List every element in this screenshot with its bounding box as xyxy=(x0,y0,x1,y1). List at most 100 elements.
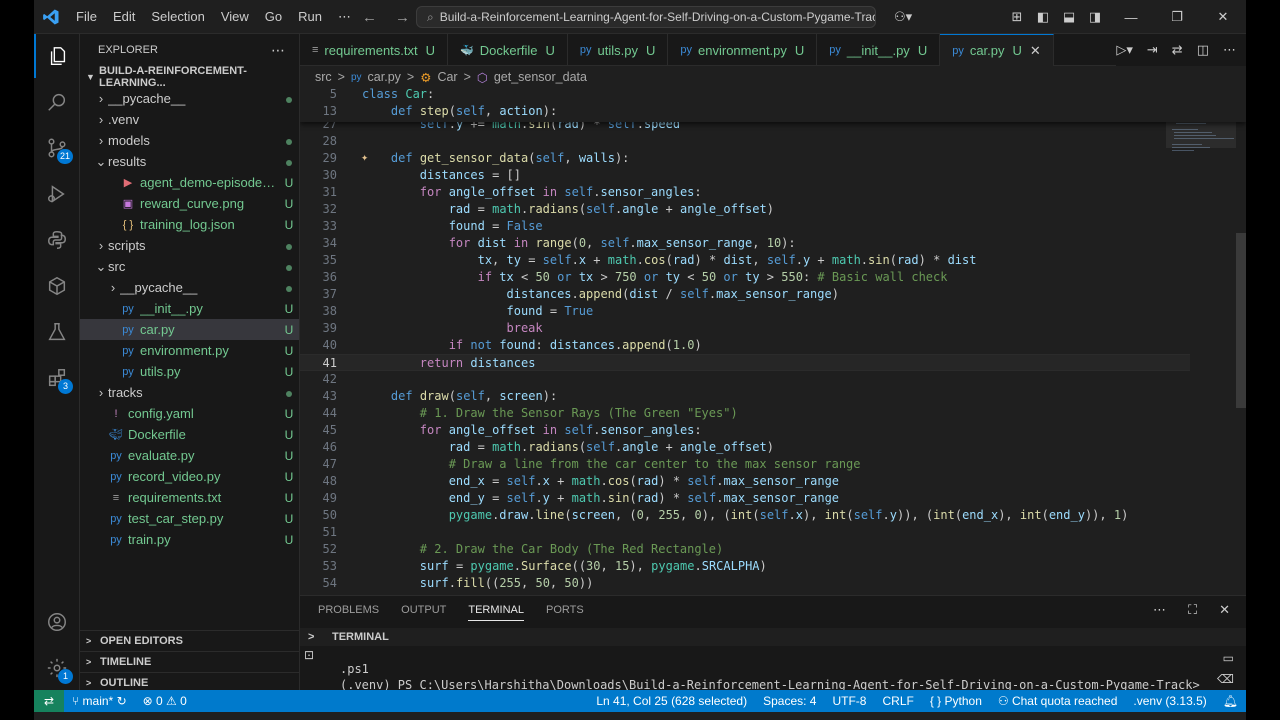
code-line[interactable]: 45 for angle_offset in self.sensor_angle… xyxy=(300,422,1190,439)
code-line[interactable]: 51 xyxy=(300,524,1190,541)
folder-item[interactable]: ⌄ src xyxy=(80,256,299,277)
remote-explorer-icon[interactable] xyxy=(34,264,80,308)
breadcrumb-class[interactable]: Car xyxy=(437,70,457,84)
code-line[interactable]: 53 surf = pygame.Surface((30, 15), pygam… xyxy=(300,558,1190,575)
testing-flask-icon[interactable] xyxy=(34,310,80,354)
back-arrow-icon[interactable]: ← xyxy=(362,9,377,26)
explorer-icon[interactable] xyxy=(34,34,80,78)
code-line[interactable]: 31 for angle_offset in self.sensor_angle… xyxy=(300,184,1190,201)
code-line[interactable]: 34 for dist in range(0, self.max_sensor_… xyxy=(300,235,1190,252)
maximize-panel-icon[interactable]: ⛶ xyxy=(1188,602,1197,618)
forward-arrow-icon[interactable]: → xyxy=(395,9,410,26)
folder-item[interactable]: › models xyxy=(80,130,299,151)
breadcrumb-method[interactable]: get_sensor_data xyxy=(494,70,587,84)
command-center-search[interactable]: ⌕ Build-a-Reinforcement-Learning-Agent-f… xyxy=(416,6,876,28)
branch-indicator[interactable]: ⑂ main* ↻ xyxy=(64,694,135,708)
file-item[interactable]: py evaluate.py U xyxy=(80,445,299,466)
file-item[interactable]: py car.py U xyxy=(80,319,299,340)
editor-tab[interactable]: py utils.py U xyxy=(568,34,669,66)
file-item[interactable]: py environment.py U xyxy=(80,340,299,361)
breadcrumb-file[interactable]: car.py xyxy=(368,70,401,84)
code-line[interactable]: 38 found = True xyxy=(300,303,1190,320)
workspace-root-folder[interactable]: ▼ BUILD-A-REINFORCEMENT-LEARNING... xyxy=(80,65,299,89)
remote-indicator-icon[interactable]: ⇄ xyxy=(34,690,64,712)
code-editor[interactable]: 5 class Car: 13 def step(self, action): 27… xyxy=(300,88,1246,595)
file-item[interactable]: py record_video.py U xyxy=(80,466,299,487)
code-line[interactable]: 42 xyxy=(300,371,1190,388)
tab-output[interactable]: OUTPUT xyxy=(401,604,446,616)
minimize-icon[interactable]: — xyxy=(1108,10,1154,25)
code-line[interactable]: 50 pygame.draw.line(screen, (0, 255, 0),… xyxy=(300,507,1190,524)
code-line[interactable]: 5 class Car: xyxy=(300,88,1190,103)
file-item[interactable]: py test_car_step.py U xyxy=(80,508,299,529)
code-line[interactable]: 41 return distances xyxy=(300,354,1190,371)
vscode-logo-icon[interactable] xyxy=(34,0,68,34)
close-tab-icon[interactable]: ✕ xyxy=(1030,43,1041,59)
python-icon[interactable] xyxy=(34,218,80,262)
code-line[interactable]: 13 def step(self, action): xyxy=(300,103,1190,120)
code-line[interactable]: 40 if not found: distances.append(1.0) xyxy=(300,337,1190,354)
code-line[interactable]: 44 # 1. Draw the Sensor Rays (The Green … xyxy=(300,405,1190,422)
open-changes-icon[interactable]: ⇥ xyxy=(1147,42,1158,58)
file-item[interactable]: ▣ reward_curve.png U xyxy=(80,193,299,214)
language-mode[interactable]: { } Python xyxy=(922,694,990,708)
vertical-scrollbar[interactable] xyxy=(1236,233,1246,408)
menu-item[interactable]: File xyxy=(68,0,105,34)
code-line[interactable]: 43 def draw(self, screen): xyxy=(300,388,1190,405)
toggle-secondary-sidebar-icon[interactable]: ◨ xyxy=(1082,9,1108,25)
terminal-split-icon[interactable]: ⊡ xyxy=(304,648,314,662)
compare-icon[interactable]: ⇄ xyxy=(1172,42,1183,58)
breadcrumb-src[interactable]: src xyxy=(315,70,332,84)
menu-item[interactable]: View xyxy=(213,0,257,34)
tab-ports[interactable]: PORTS xyxy=(546,604,584,616)
search-sidebar-icon[interactable] xyxy=(34,80,80,124)
code-line[interactable]: 29 def get_sensor_data(self, walls): xyxy=(300,150,1190,167)
folder-item[interactable]: › .venv xyxy=(80,109,299,130)
copilot-sparkle-icon[interactable]: ✦ xyxy=(361,150,368,164)
file-item[interactable]: py __init__.py U xyxy=(80,298,299,319)
editor-tab[interactable]: py car.py U ✕ xyxy=(940,34,1054,66)
code-line[interactable]: 39 break xyxy=(300,320,1190,337)
file-item[interactable]: ! config.yaml U xyxy=(80,403,299,424)
terminal-header[interactable]: > TERMINAL xyxy=(300,628,1246,646)
editor-more-icon[interactable]: ⋯ xyxy=(1223,42,1236,58)
editor-tab[interactable]: 🐳 Dockerfile U xyxy=(448,34,568,66)
tab-problems[interactable]: PROBLEMS xyxy=(318,604,379,616)
menu-item[interactable]: ⋯ xyxy=(330,0,359,34)
code-line[interactable]: 36 if tx < 50 or tx > 750 or ty < 50 or … xyxy=(300,269,1190,286)
panel-more-icon[interactable]: ⋯ xyxy=(1153,602,1166,618)
editor-tab[interactable]: py environment.py U xyxy=(668,34,818,66)
file-item[interactable]: ▶ agent_demo-episode-0.m... U xyxy=(80,172,299,193)
folder-item[interactable]: › __pycache__ xyxy=(80,88,299,109)
line-ending[interactable]: CRLF xyxy=(874,694,921,708)
open-editors-section[interactable]: > OPEN EDITORS xyxy=(80,630,300,651)
menu-item[interactable]: Run xyxy=(290,0,330,34)
encoding[interactable]: UTF-8 xyxy=(824,694,874,708)
code-line[interactable]: 32 rad = math.radians(self.angle + angle… xyxy=(300,201,1190,218)
code-line[interactable]: 33 found = False xyxy=(300,218,1190,235)
source-control-icon[interactable]: 21 xyxy=(34,126,80,170)
tab-terminal[interactable]: TERMINAL xyxy=(468,599,524,621)
terminal-powershell-icon[interactable]: ▭ xyxy=(1223,651,1234,665)
layout-customize-icon[interactable]: ⊞ xyxy=(1004,9,1030,25)
code-line[interactable]: 30 distances = [] xyxy=(300,167,1190,184)
copilot-icon[interactable]: ⚇▾ xyxy=(894,9,912,25)
file-item[interactable]: { } training_log.json U xyxy=(80,214,299,235)
extensions-icon[interactable]: 3 xyxy=(34,356,80,400)
code-line[interactable]: 35 tx, ty = self.x + math.cos(rad) * dis… xyxy=(300,252,1190,269)
menu-item[interactable]: Edit xyxy=(105,0,143,34)
code-line[interactable]: 54 surf.fill((255, 50, 50)) xyxy=(300,575,1190,592)
explorer-more-icon[interactable]: ⋯ xyxy=(271,42,285,59)
toggle-panel-icon[interactable]: ⬓ xyxy=(1056,9,1082,25)
chat-status[interactable]: ⚇ Chat quota reached xyxy=(990,694,1126,708)
accounts-icon[interactable] xyxy=(34,600,80,644)
code-line[interactable]: 52 # 2. Draw the Car Body (The Red Recta… xyxy=(300,541,1190,558)
toggle-sidebar-icon[interactable]: ◧ xyxy=(1030,9,1056,25)
restore-icon[interactable]: ❐ xyxy=(1154,9,1200,25)
code-line[interactable]: 48 end_x = self.x + math.cos(rad) * self… xyxy=(300,473,1190,490)
code-line[interactable]: 47 # Draw a line from the car center to … xyxy=(300,456,1190,473)
file-item[interactable]: 🐳︎ Dockerfile U xyxy=(80,424,299,445)
python-interpreter[interactable]: .venv (3.13.5) xyxy=(1125,694,1214,708)
folder-item[interactable]: › scripts xyxy=(80,235,299,256)
file-item[interactable]: py utils.py U xyxy=(80,361,299,382)
